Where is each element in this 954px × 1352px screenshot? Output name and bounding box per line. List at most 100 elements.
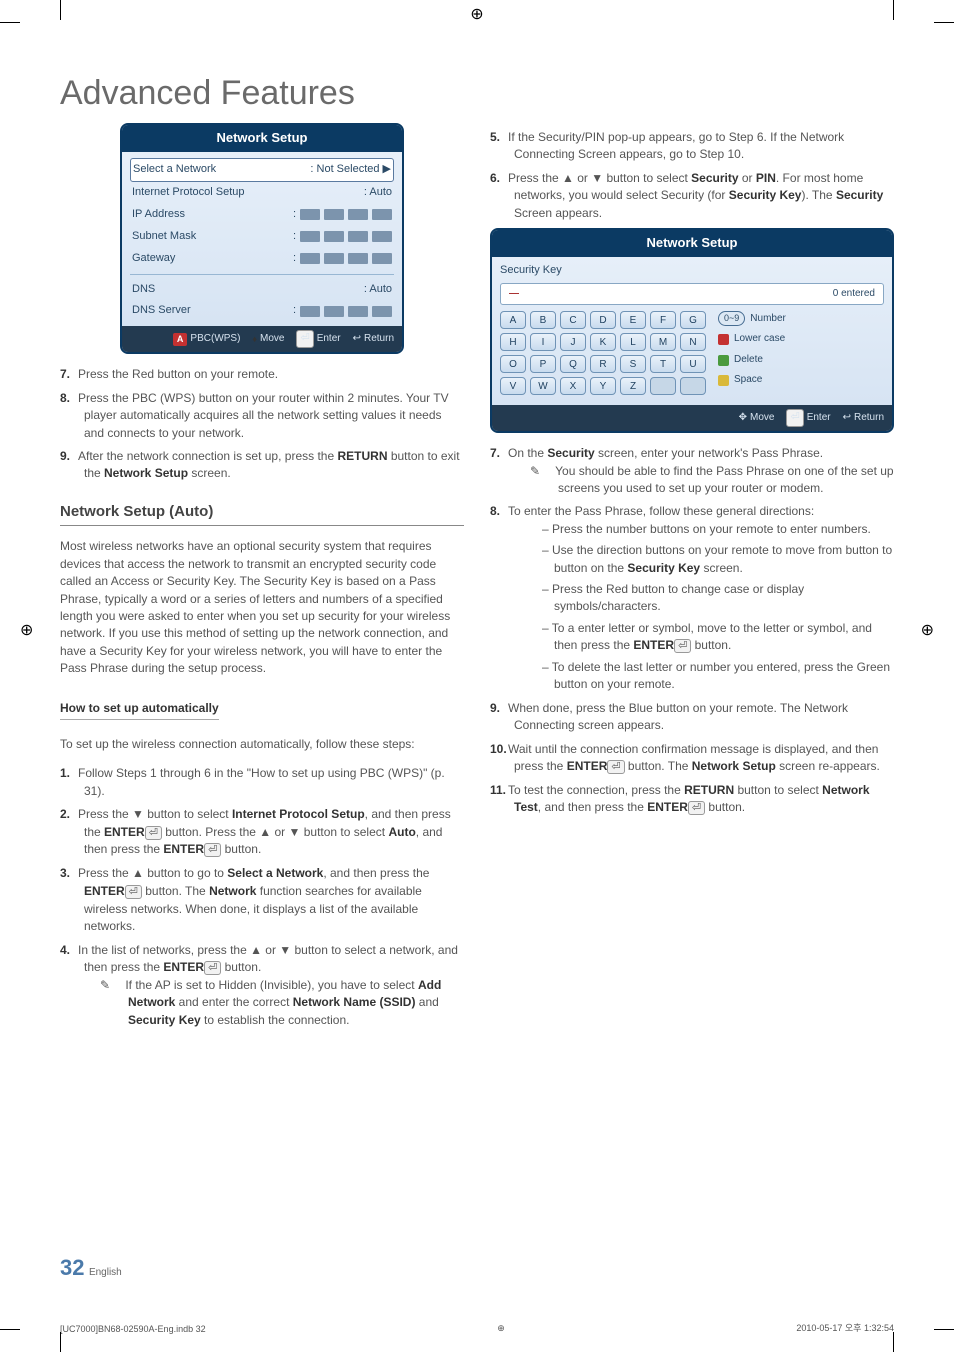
key-N[interactable]: N [680,333,706,351]
key-X[interactable]: X [560,377,586,395]
key-E[interactable]: E [620,311,646,329]
right-step-8: 8.To enter the Pass Phrase, follow these… [490,503,894,693]
registration-mark-icon: ⊕ [20,620,33,640]
osd-value: : [293,229,392,245]
key-A[interactable]: A [500,311,526,329]
keyboard-legend: 0~9Number Lower case Delete Space [718,311,786,395]
osd-row-dns-server[interactable]: DNS Server : [130,300,394,322]
osd-row-subnet[interactable]: Subnet Mask : [130,226,394,248]
note-icon: ✎ [538,463,552,480]
key-S[interactable]: S [620,355,646,373]
crop-mark [0,1329,20,1330]
enter-icon: ⏎ [786,409,803,427]
key-Z[interactable]: Z [620,377,646,395]
security-key-label: Security Key [500,263,884,279]
enter-icon: ⏎ [674,639,691,653]
right-step-7: 7.On the Security screen, enter your net… [490,445,894,497]
return-icon: ↩ [353,332,361,347]
osd-value: : [293,303,392,319]
right-step-6: 6.Press the ▲ or ▼ button to select Secu… [490,170,894,222]
key-Y[interactable]: Y [590,377,616,395]
key-C[interactable]: C [560,311,586,329]
section-heading-auto: Network Setup (Auto) [60,501,464,527]
crop-mark [934,1329,954,1330]
page-number: 32 [60,1255,84,1280]
bullet: – To a enter letter or symbol, move to t… [514,620,894,655]
step-7: 7.Press the Red button on your remote. [60,366,464,383]
bullet: – To delete the last letter or number yo… [514,659,894,694]
osd-row-ip-address[interactable]: IP Address : [130,204,394,226]
key-H[interactable]: H [500,333,526,351]
osd-value: : Auto [364,185,392,201]
enter-icon: ⏎ [607,760,624,774]
osd-row-ip-setup[interactable]: Internet Protocol Setup : Auto [130,182,394,204]
onscreen-keyboard[interactable]: ABCDEFG HIJKLMN OPQRSTU VWXYZ [500,311,706,395]
key-Q[interactable]: Q [560,355,586,373]
osd-label: DNS Server [132,303,293,319]
registration-mark-icon: ⊕ [921,620,934,640]
green-dot-icon [718,355,729,366]
enter-icon: ⏎ [204,843,221,857]
enter-icon: ⏎ [125,885,142,899]
osd-row-dns[interactable]: DNS : Auto [130,279,394,301]
auto-step-1: 1.Follow Steps 1 through 6 in the "How t… [60,765,464,800]
key-G[interactable]: G [680,311,706,329]
key-J[interactable]: J [560,333,586,351]
crop-mark [893,0,894,20]
key-B[interactable]: B [530,311,556,329]
number-pill-icon: 0~9 [718,311,745,326]
crop-mark [0,22,20,23]
key-R[interactable]: R [590,355,616,373]
updown-icon: ♦ [252,333,257,346]
auto-step-3: 3.Press the ▲ button to go to Select a N… [60,865,464,935]
osd-row-gateway[interactable]: Gateway : [130,248,394,270]
key-F[interactable]: F [650,311,676,329]
enter-icon: ⏎ [204,961,221,975]
key-K[interactable]: K [590,333,616,351]
red-dot-icon [718,334,729,345]
key-U[interactable]: U [680,355,706,373]
bullet: – Use the direction buttons on your remo… [514,542,894,577]
osd-label: Gateway [132,251,293,267]
osd-label: DNS [132,282,364,298]
osd-network-setup: Network Setup Select a Network : Not Sel… [120,123,404,354]
osd-row-select-network[interactable]: Select a Network : Not Selected ▶ [130,158,394,182]
key-D[interactable]: D [590,311,616,329]
auto-step-2: 2.Press the ▼ button to select Internet … [60,806,464,859]
osd-footer: APBC(WPS) ♦Move ⏎Enter ↩Return [122,326,402,352]
move-icon: ✥ [739,411,747,426]
entered-count: 0 entered [833,287,875,302]
registration-mark-icon: ⊕ [497,1323,505,1334]
return-icon: ↩ [843,411,851,426]
registration-mark-icon: ⊕ [470,4,483,24]
key-T[interactable]: T [650,355,676,373]
key-L[interactable]: L [620,333,646,351]
note: ✎ You should be able to find the Pass Ph… [514,463,894,498]
key-blank[interactable] [680,377,706,395]
red-a-icon: A [173,333,188,346]
footer-file: [UC7000]BN68-02590A-Eng.indb 32 [60,1324,206,1334]
osd-label: IP Address [132,207,293,223]
step-8: 8.Press the PBC (WPS) button on your rou… [60,390,464,442]
osd-label: Select a Network [133,162,310,178]
auto-step-4: 4.In the list of networks, press the ▲ o… [60,942,464,1030]
osd-footer: ✥Move ⏎Enter ↩Return [492,405,892,431]
osd-header: Network Setup [492,230,892,257]
key-V[interactable]: V [500,377,526,395]
key-blank[interactable] [650,377,676,395]
key-I[interactable]: I [530,333,556,351]
intro-paragraph: Most wireless networks have an optional … [60,538,464,677]
crop-mark [934,22,954,23]
key-M[interactable]: M [650,333,676,351]
key-W[interactable]: W [530,377,556,395]
security-key-input[interactable]: — 0 entered [500,283,884,306]
step-9: 9.After the network connection is set up… [60,448,464,483]
right-step-5: 5.If the Security/PIN pop-up appears, go… [490,129,894,164]
osd-value: : Not Selected ▶ [310,162,391,178]
page-title: Advanced Features [60,74,894,113]
osd-label: Internet Protocol Setup [132,185,364,201]
enter-icon: ⏎ [688,801,705,815]
key-P[interactable]: P [530,355,556,373]
key-O[interactable]: O [500,355,526,373]
bullet: – Press the Red button to change case or… [514,581,894,616]
